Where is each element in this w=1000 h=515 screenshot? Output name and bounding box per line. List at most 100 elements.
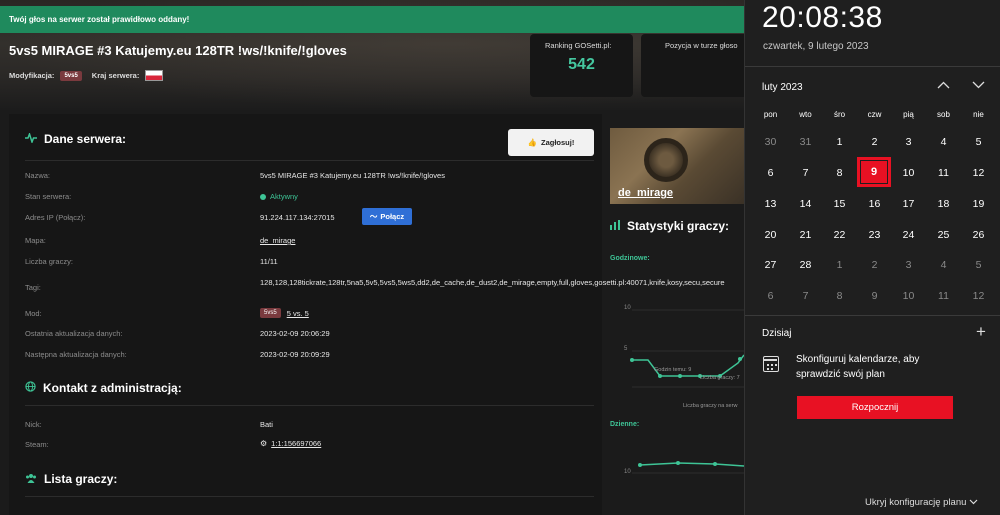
calendar-day[interactable]: 12 [961, 158, 996, 189]
divider [25, 405, 594, 406]
calendar-day[interactable]: 2 [857, 250, 892, 281]
calendar-day[interactable]: 10 [891, 158, 926, 189]
thumbs-up-icon: 👍 [527, 138, 537, 147]
calendar-day[interactable]: 13 [753, 189, 788, 220]
poland-flag-icon [145, 70, 164, 81]
calendar-day[interactable]: 21 [788, 220, 823, 251]
calendar-day[interactable]: 18 [926, 189, 961, 220]
mod-tag: 5vs5 [60, 70, 82, 81]
calendar-day[interactable]: 8 [822, 281, 857, 312]
calendar-day[interactable]: 17 [891, 189, 926, 220]
map-link[interactable]: de_mirage [260, 236, 295, 245]
connect-button[interactable]: 〜 Połącz [362, 208, 412, 225]
calendar-day[interactable]: 23 [857, 220, 892, 251]
calendar-day[interactable]: 3 [891, 127, 926, 158]
calendar-day[interactable]: 8 [822, 158, 857, 189]
calendar-day[interactable]: 30 [753, 127, 788, 158]
admin-heading: Kontakt z administracją: [25, 381, 182, 395]
calendar-day[interactable]: 6 [753, 158, 788, 189]
calendar-day[interactable]: 20 [753, 220, 788, 251]
row-label-players: Liczba graczy: [25, 257, 73, 266]
calendar-day[interactable]: 3 [891, 250, 926, 281]
month-label[interactable]: luty 2023 [762, 82, 803, 93]
calendar-day[interactable]: 16 [857, 189, 892, 220]
players-heading: Lista graczy: [25, 472, 117, 486]
calendar-day[interactable]: 24 [891, 220, 926, 251]
row-value-name: 5vs5 MIRAGE #3 Katujemy.eu 128TR !ws/!kn… [260, 171, 445, 180]
next-month-icon[interactable] [972, 78, 985, 92]
calendar-day[interactable]: 4 [926, 127, 961, 158]
status-dot-icon [260, 194, 266, 201]
calendar-flyout: 20:08:38 czwartek, 9 lutego 2023 luty 20… [744, 0, 1000, 515]
calendar-day[interactable]: 10 [891, 281, 926, 312]
users-icon [25, 473, 37, 486]
calendar-day[interactable]: 19 [961, 189, 996, 220]
country-label: Kraj serwera: [91, 71, 140, 80]
calendar-day[interactable]: 25 [926, 220, 961, 251]
row-label-nick: Nick: [25, 420, 42, 429]
calendar-day[interactable]: 6 [753, 281, 788, 312]
globe-icon [25, 381, 36, 395]
weekday-sun: nie [973, 110, 984, 119]
calendar-day[interactable]: 9 [857, 281, 892, 312]
calendar-day[interactable]: 14 [788, 189, 823, 220]
status-text: Aktywny [270, 192, 298, 201]
calendar-icon [763, 356, 779, 372]
weekday-sat: sob [937, 110, 950, 119]
calendar-day[interactable]: 12 [961, 281, 996, 312]
calendar-day[interactable]: 5 [961, 250, 996, 281]
mod-badge: 5vs5 [260, 308, 281, 318]
vote-button[interactable]: 👍 Zagłosuj! [508, 129, 594, 156]
calendar-day[interactable]: 11 [926, 281, 961, 312]
hide-plan-link[interactable]: Ukryj konfigurację planu [865, 497, 978, 508]
calendar-day[interactable]: 4 [926, 250, 961, 281]
server-title: 5vs5 MIRAGE #3 Katujemy.eu 128TR !ws/!kn… [9, 43, 347, 58]
row-value-tags: 128,128,128tickrate,128tr,5na5,5v5,5vs5,… [260, 278, 725, 287]
add-event-icon[interactable]: + [976, 322, 986, 342]
ranking-label: Ranking GOSetti.pl: [545, 41, 612, 50]
row-value-ip: 91.224.117.134:27015 [260, 213, 335, 222]
server-meta: Modyfikacja: 5vs5 Kraj serwera: [9, 70, 164, 81]
date-link[interactable]: czwartek, 9 lutego 2023 [763, 41, 869, 52]
calendar-day-today[interactable]: 9 [857, 157, 891, 187]
row-value-last-update: 2023-02-09 20:06:29 [260, 329, 330, 338]
calendar-day[interactable]: 27 [753, 250, 788, 281]
previous-month-icon[interactable] [937, 78, 950, 92]
row-label-map: Mapa: [25, 236, 46, 245]
map-name-link[interactable]: de_mirage [618, 187, 673, 199]
row-label-tags: Tagi: [25, 283, 41, 292]
chart-tooltip: Liczba graczy: 7 [700, 375, 740, 381]
calendar-day[interactable]: 1 [822, 250, 857, 281]
calendar-day[interactable]: 26 [961, 220, 996, 251]
admin-nick: Bati [260, 420, 273, 429]
calendar-day[interactable]: 15 [822, 189, 857, 220]
server-status: Aktywny [260, 192, 298, 201]
weekday-tue: wto [799, 110, 812, 119]
row-value-next-update: 2023-02-09 20:09:29 [260, 350, 330, 359]
divider [745, 315, 1000, 316]
calendar-day[interactable]: 2 [857, 127, 892, 158]
row-value-mod: 5vs5 5 vs. 5 [260, 308, 309, 318]
mod-link[interactable]: 5 vs. 5 [287, 309, 309, 318]
ranking-value: 542 [568, 56, 595, 73]
admin-steam: ⚙ 1:1:156697066 [260, 439, 321, 448]
calendar-day[interactable]: 5 [961, 127, 996, 158]
calendar-day[interactable]: 7 [788, 281, 823, 312]
calendar-day[interactable]: 11 [926, 158, 961, 189]
calendar-day[interactable]: 31 [788, 127, 823, 158]
map-art [644, 138, 688, 182]
pulse-icon [25, 131, 37, 146]
start-button[interactable]: Rozpocznij [797, 396, 953, 419]
row-label-steam: Steam: [25, 440, 49, 449]
row-label-status: Stan serwera: [25, 192, 72, 201]
steam-link[interactable]: 1:1:156697066 [271, 439, 321, 448]
row-value-players: 11/11 [260, 257, 278, 266]
calendar-day[interactable]: 7 [788, 158, 823, 189]
calendar-day[interactable]: 28 [788, 250, 823, 281]
row-label-next-update: Następna aktualizacja danych: [25, 350, 127, 359]
calendar-day[interactable]: 1 [822, 127, 857, 158]
calendar-day[interactable]: 22 [822, 220, 857, 251]
steam-icon: 〜 [369, 212, 378, 221]
vote-label: Zagłosuj! [541, 138, 575, 147]
clock-time: 20:08:38 [762, 1, 883, 34]
